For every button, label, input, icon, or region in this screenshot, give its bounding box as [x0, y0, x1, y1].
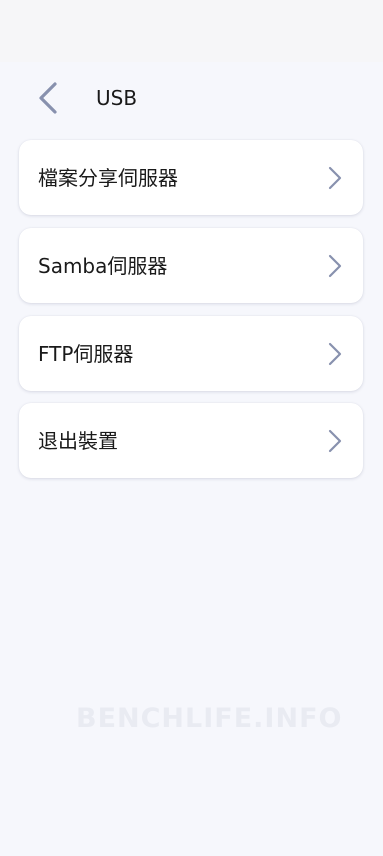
chevron-right-icon	[328, 254, 342, 278]
menu-item-label: 檔案分享伺服器	[38, 166, 178, 190]
menu-item-ftp-server[interactable]: FTP伺服器	[19, 316, 363, 391]
watermark: BENCHLIFE.INFO	[68, 700, 341, 736]
menu-item-label: FTP伺服器	[38, 342, 134, 366]
chevron-right-icon	[328, 166, 342, 190]
chevron-right-icon	[328, 342, 342, 366]
chevron-left-icon	[39, 82, 57, 114]
page-title: USB	[96, 86, 138, 110]
menu-item-file-sharing-server[interactable]: 檔案分享伺服器	[19, 140, 363, 215]
header: USB	[0, 62, 383, 134]
chevron-right-icon	[328, 429, 342, 453]
watermark-text: BENCHLIFE.INFO	[76, 702, 343, 734]
menu-item-eject-device[interactable]: 退出裝置	[19, 403, 363, 478]
menu-item-samba-server[interactable]: Samba伺服器	[19, 228, 363, 303]
status-bar-area	[0, 0, 383, 62]
menu-item-label: Samba伺服器	[38, 254, 168, 278]
menu-item-label: 退出裝置	[38, 429, 118, 453]
back-button[interactable]	[28, 78, 68, 118]
